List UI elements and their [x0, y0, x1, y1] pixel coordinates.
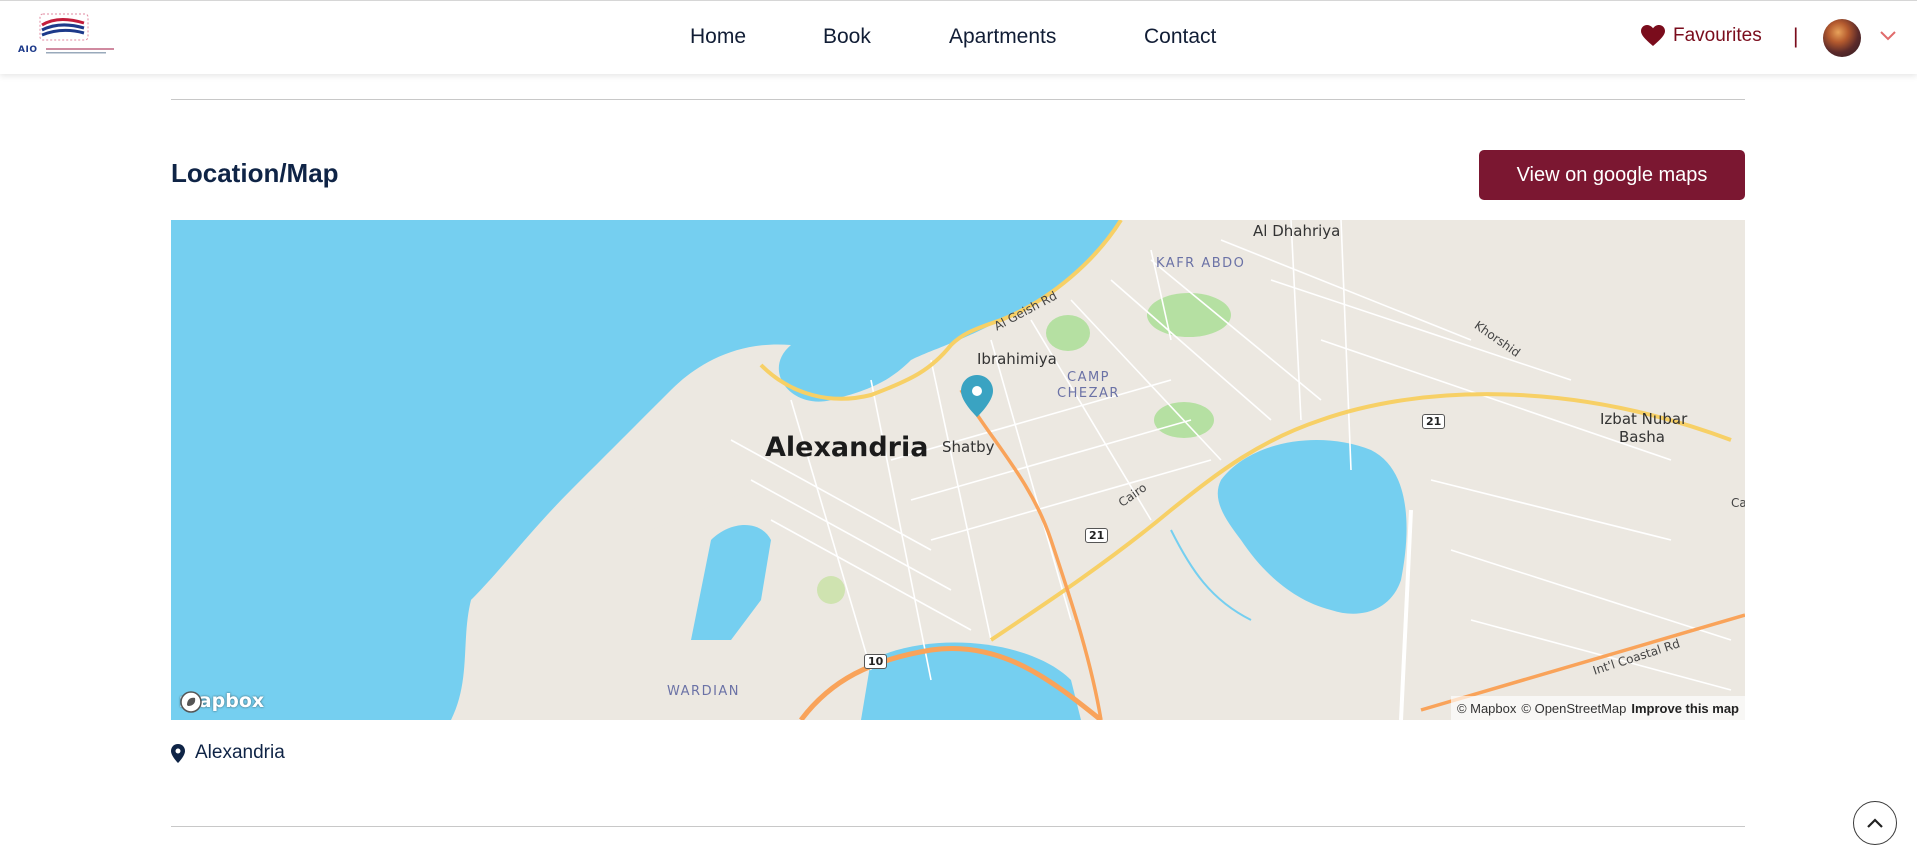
- map-label-ibrahimiya: Ibrahimiya: [977, 350, 1057, 368]
- park-d: [817, 576, 845, 604]
- lake-area: [1217, 440, 1407, 614]
- view-on-google-maps-button[interactable]: View on google maps: [1479, 150, 1745, 200]
- favourites-label: Favourites: [1673, 25, 1762, 46]
- map-label-chezar: CHEZAR: [1057, 386, 1120, 401]
- road-shield-21-b: 21: [1085, 528, 1109, 543]
- map-canvas[interactable]: [171, 220, 1745, 720]
- map-label-camp: CAMP: [1067, 370, 1111, 385]
- attrib-improve[interactable]: Improve this map: [1631, 701, 1739, 716]
- canal: [1170, 529, 1252, 621]
- address-row: Alexandria: [171, 742, 285, 764]
- favourites-link[interactable]: Favourites: [1641, 25, 1762, 47]
- section-title: Location/Map: [171, 158, 339, 188]
- map-label-city: Alexandria: [765, 432, 929, 463]
- nav-apartments[interactable]: Apartments: [949, 25, 1056, 49]
- harbour-basin: [691, 525, 771, 640]
- nav-contact[interactable]: Contact: [1144, 25, 1216, 49]
- harbour-pier: [631, 470, 751, 530]
- header-separator: |: [1793, 25, 1799, 48]
- mapbox-logo[interactable]: mapbox: [179, 690, 264, 713]
- map-label-izbat-nubar: Izbat Nubar: [1600, 410, 1688, 428]
- nav-book[interactable]: Book: [823, 25, 871, 49]
- map-label-al-dhahriya: Al Dhahriya: [1253, 222, 1341, 240]
- park-a: [1046, 315, 1090, 351]
- avatar[interactable]: [1823, 19, 1861, 57]
- road-shield-10: 10: [864, 654, 888, 669]
- top-navbar: AIO Home Book Apartments Contact Favouri…: [0, 0, 1917, 74]
- address-text: Alexandria: [195, 742, 285, 763]
- chevron-up-icon: [1867, 818, 1883, 828]
- map-label-shatby: Shatby: [942, 438, 995, 456]
- location-map[interactable]: Al Dhahriya Ibrahimiya Shatby Izbat Nuba…: [171, 220, 1745, 720]
- section-divider-top: [171, 99, 1745, 100]
- map-label-kafr-abdo: KAFR ABDO: [1156, 256, 1246, 271]
- scroll-to-top-button[interactable]: [1853, 801, 1897, 845]
- attrib-mapbox[interactable]: © Mapbox: [1457, 701, 1516, 716]
- map-attribution: © Mapbox © OpenStreetMap Improve this ma…: [1450, 696, 1745, 720]
- road-shield-21: 21: [1422, 414, 1446, 429]
- mapbox-icon: [180, 691, 202, 713]
- map-pin-icon: [961, 375, 993, 417]
- main-nav: Home Book Apartments Contact: [0, 1, 1917, 75]
- location-pin-icon: [171, 743, 185, 763]
- section-divider-bottom: [171, 826, 1745, 827]
- map-label-wardian: WARDIAN: [667, 684, 741, 699]
- map-label-basha: Basha: [1619, 428, 1665, 446]
- attrib-osm[interactable]: © OpenStreetMap: [1521, 701, 1626, 716]
- nav-home[interactable]: Home: [690, 25, 746, 49]
- chevron-down-icon[interactable]: [1879, 29, 1897, 47]
- road-label-ca: Ca: [1731, 496, 1745, 510]
- heart-icon: [1641, 25, 1665, 46]
